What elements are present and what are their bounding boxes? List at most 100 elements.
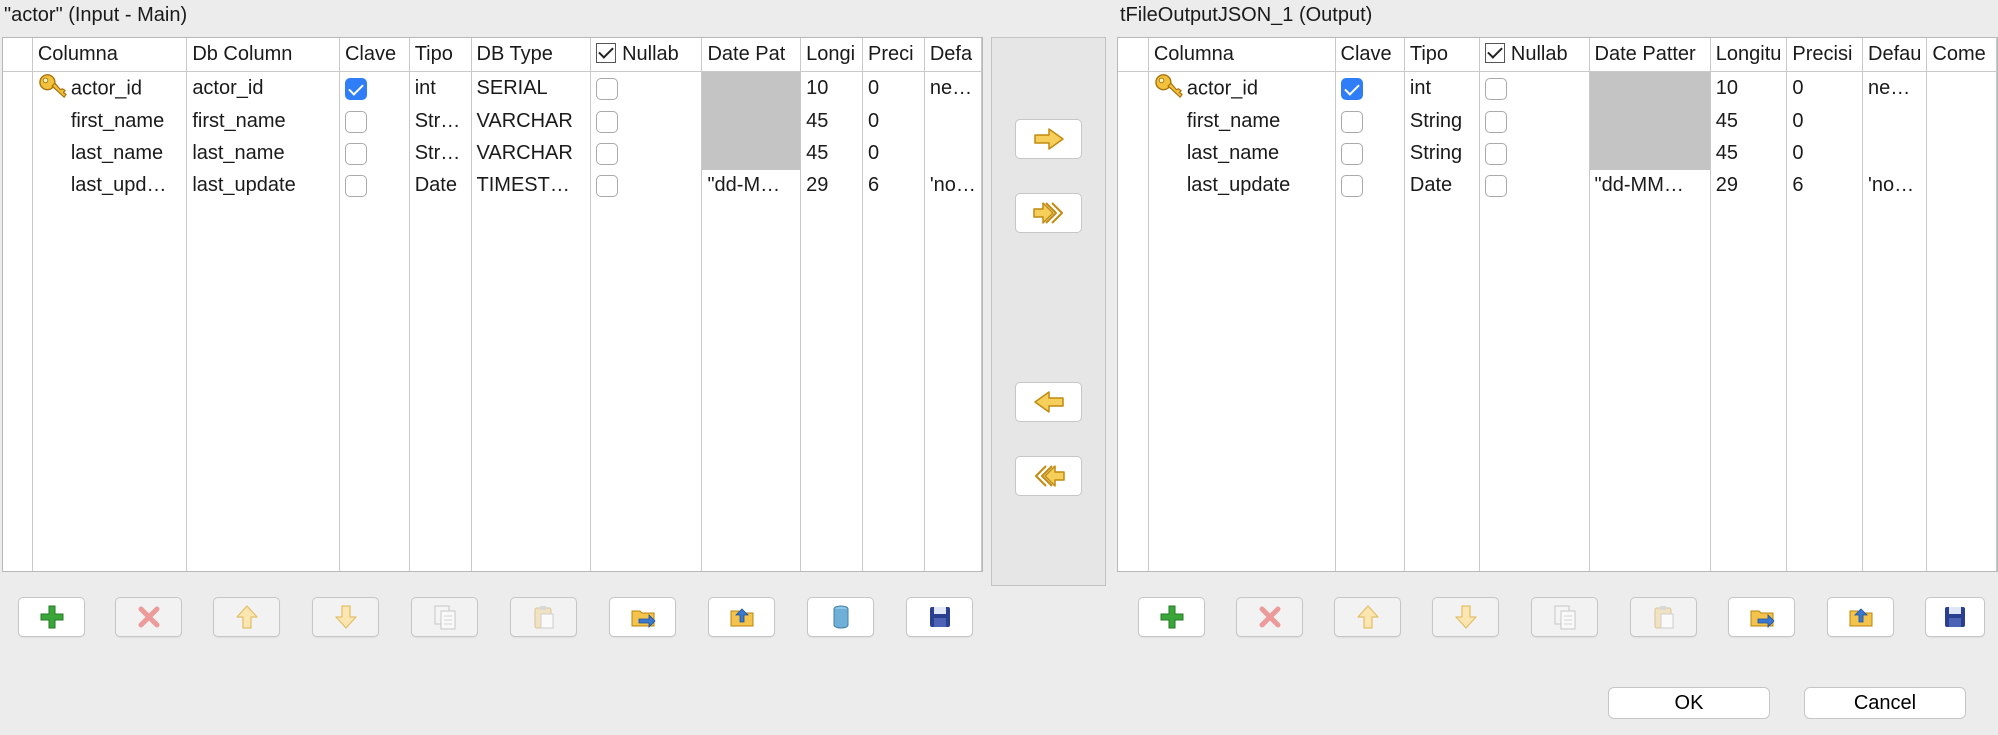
- col-header-db-column[interactable]: Db Column: [186, 38, 340, 72]
- import-button[interactable]: [609, 597, 676, 637]
- col-header-comment[interactable]: Come: [1926, 38, 1997, 72]
- cell-precision[interactable]: 0: [862, 137, 925, 170]
- retrieve-schema-button[interactable]: [807, 597, 874, 637]
- cell-db-column[interactable]: first_name: [186, 105, 340, 138]
- cell-tipo[interactable]: int: [1404, 71, 1480, 106]
- cell-longitud[interactable]: 45: [800, 105, 864, 138]
- cell-db-type[interactable]: SERIAL: [471, 71, 592, 106]
- nullable-checkbox[interactable]: [1484, 77, 1507, 100]
- cell-nullable[interactable]: [1479, 169, 1590, 202]
- cell-clave[interactable]: [339, 105, 410, 138]
- cell-clave[interactable]: [339, 169, 410, 202]
- cell-precision[interactable]: 0: [1786, 137, 1864, 170]
- cell-default[interactable]: ne…: [924, 71, 982, 106]
- cell-clave[interactable]: [1335, 169, 1405, 202]
- ok-button[interactable]: OK: [1608, 687, 1770, 719]
- move-down-button[interactable]: [1432, 597, 1499, 637]
- clave-checkbox[interactable]: [1340, 142, 1363, 165]
- cell-db-type[interactable]: VARCHAR: [471, 105, 592, 138]
- remove-button[interactable]: [1236, 597, 1303, 637]
- cell-clave[interactable]: [339, 71, 410, 106]
- cell-precision[interactable]: 0: [1786, 105, 1864, 138]
- cell-tipo[interactable]: int: [409, 71, 472, 106]
- export-button[interactable]: [1827, 597, 1894, 637]
- cell-precision[interactable]: 6: [862, 169, 925, 202]
- input-schema-table[interactable]: Columna Db Column Clave Tipo DB Type Nul…: [2, 37, 983, 572]
- col-header-date-pattern[interactable]: Date Pat: [701, 38, 802, 72]
- cell-longitud[interactable]: 10: [800, 71, 864, 106]
- table-row[interactable]: first_name String 45 0: [1118, 105, 1997, 138]
- cell-default[interactable]: [924, 105, 982, 138]
- cell-db-column[interactable]: last_name: [186, 137, 340, 170]
- clave-checkbox[interactable]: [344, 174, 367, 197]
- clave-checkbox[interactable]: [1340, 110, 1363, 133]
- move-up-button[interactable]: [1334, 597, 1401, 637]
- cell-comment[interactable]: [1926, 105, 1997, 138]
- table-row[interactable]: actor_id int 10 0 ne…: [1118, 71, 1997, 106]
- cell-date-pattern[interactable]: "dd-MM…: [1589, 169, 1711, 202]
- remove-button[interactable]: [115, 597, 182, 637]
- nullable-checkbox[interactable]: [596, 142, 619, 165]
- cell-longitud[interactable]: 29: [1710, 169, 1788, 202]
- cell-default[interactable]: 'no…: [1862, 169, 1928, 202]
- col-header-nullable[interactable]: Nullab: [1479, 38, 1590, 72]
- cell-date-pattern[interactable]: [1589, 71, 1711, 106]
- clave-checkbox[interactable]: [1340, 77, 1363, 100]
- cell-date-pattern[interactable]: [701, 137, 802, 170]
- import-button[interactable]: [1728, 597, 1795, 637]
- cell-tipo[interactable]: String: [1404, 137, 1480, 170]
- col-header-precision[interactable]: Precisi: [1786, 38, 1864, 72]
- cell-db-column[interactable]: actor_id: [186, 71, 340, 106]
- col-header-date-pattern[interactable]: Date Patter: [1589, 38, 1711, 72]
- paste-button[interactable]: [1630, 597, 1697, 637]
- cell-db-column[interactable]: last_update: [186, 169, 340, 202]
- cell-db-type[interactable]: VARCHAR: [471, 137, 592, 170]
- cell-date-pattern[interactable]: [701, 71, 802, 106]
- table-row[interactable]: actor_id actor_id int SERIAL 10 0 ne…: [3, 71, 982, 106]
- export-button[interactable]: [708, 597, 775, 637]
- add-button[interactable]: [1138, 597, 1205, 637]
- clave-checkbox[interactable]: [344, 77, 367, 100]
- col-header-longitud[interactable]: Longi: [800, 38, 864, 72]
- cell-clave[interactable]: [1335, 137, 1405, 170]
- col-header-nullable[interactable]: Nullab: [590, 38, 703, 72]
- cell-longitud[interactable]: 45: [1710, 137, 1788, 170]
- move-up-button[interactable]: [213, 597, 280, 637]
- col-header-clave[interactable]: Clave: [1335, 38, 1405, 72]
- cell-default[interactable]: [924, 137, 982, 170]
- save-button[interactable]: [906, 597, 973, 637]
- col-header-default[interactable]: Defa: [924, 38, 982, 72]
- col-header-db-type[interactable]: DB Type: [471, 38, 592, 72]
- cell-longitud[interactable]: 45: [1710, 105, 1788, 138]
- nullable-checkbox[interactable]: [596, 77, 619, 100]
- cell-nullable[interactable]: [1479, 71, 1590, 106]
- cell-columna[interactable]: last_name: [32, 137, 188, 170]
- table-row[interactable]: last_name last_name Str… VARCHAR 45 0: [3, 137, 982, 170]
- cell-nullable[interactable]: [1479, 137, 1590, 170]
- col-header-tipo[interactable]: Tipo: [1404, 38, 1480, 72]
- cell-comment[interactable]: [1926, 169, 1997, 202]
- col-header-columna[interactable]: Columna: [32, 38, 188, 72]
- clave-checkbox[interactable]: [344, 142, 367, 165]
- cell-columna[interactable]: last_name: [1148, 137, 1336, 170]
- clave-checkbox[interactable]: [1340, 174, 1363, 197]
- nullable-all-checkbox[interactable]: [1484, 42, 1505, 63]
- table-row[interactable]: first_name first_name Str… VARCHAR 45 0: [3, 105, 982, 138]
- cell-nullable[interactable]: [590, 169, 703, 202]
- col-header-tipo[interactable]: Tipo: [409, 38, 472, 72]
- col-header-default[interactable]: Defau: [1862, 38, 1928, 72]
- cell-date-pattern[interactable]: [1589, 105, 1711, 138]
- save-button[interactable]: [1925, 597, 1985, 637]
- copy-button[interactable]: [411, 597, 478, 637]
- copy-all-left-button[interactable]: [1015, 456, 1082, 496]
- col-header-precision[interactable]: Preci: [862, 38, 925, 72]
- cell-clave[interactable]: [1335, 105, 1405, 138]
- cell-columna[interactable]: first_name: [32, 105, 188, 138]
- cell-columna[interactable]: last_update: [1148, 169, 1336, 202]
- col-header-columna[interactable]: Columna: [1148, 38, 1336, 72]
- cancel-button[interactable]: Cancel: [1804, 687, 1966, 719]
- cell-columna[interactable]: last_upd…: [32, 169, 188, 202]
- cell-clave[interactable]: [339, 137, 410, 170]
- copy-all-right-button[interactable]: [1015, 193, 1082, 233]
- col-header-longitud[interactable]: Longitu: [1710, 38, 1788, 72]
